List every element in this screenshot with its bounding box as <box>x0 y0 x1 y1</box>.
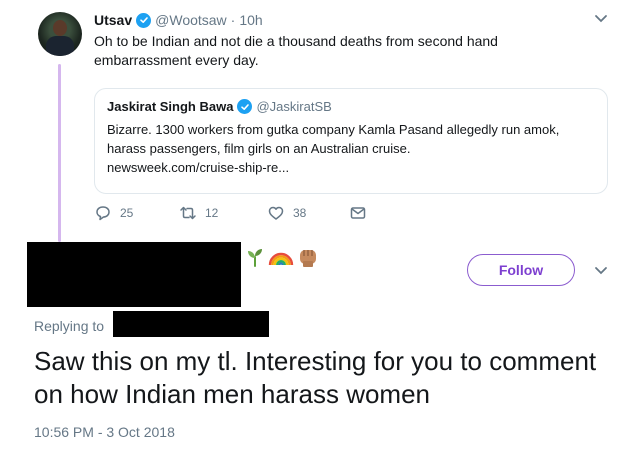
tweet-text: Oh to be Indian and not die a thousand d… <box>94 33 498 68</box>
like-button[interactable]: 38 <box>267 204 349 222</box>
author-name[interactable]: Utsav <box>94 12 132 28</box>
follow-button[interactable]: Follow <box>467 254 575 286</box>
quoted-author-handle: @JaskiratSB <box>256 99 332 114</box>
like-count: 38 <box>293 206 307 220</box>
display-name-emojis: 🌱🌈✊🏽 <box>244 246 320 268</box>
reply-tweet-text: Saw this on my tl. Interesting for you t… <box>34 346 597 409</box>
reply-icon <box>96 206 110 221</box>
avatar[interactable] <box>38 12 82 56</box>
quoted-tweet[interactable]: Jaskirat Singh Bawa @JaskiratSB Bizarre.… <box>94 88 608 194</box>
quoted-author-name: Jaskirat Singh Bawa <box>107 99 234 114</box>
author-handle[interactable]: @Wootsaw <box>155 12 227 28</box>
quoted-body: Bizarre. 1300 workers from gutka company… <box>107 122 560 156</box>
quoted-link[interactable]: newsweek.com/cruise-ship-re... <box>107 160 289 175</box>
chevron-down-icon[interactable] <box>594 266 608 276</box>
separator-dot: · <box>230 12 236 28</box>
tweet-header: Utsav @Wootsaw · 10h <box>94 12 263 28</box>
reply-button[interactable]: 25 <box>94 204 179 222</box>
tweet-actions: 25 12 38 <box>94 204 367 222</box>
reply-count: 25 <box>120 206 134 220</box>
verified-badge-icon <box>136 12 152 28</box>
rainbow-icon <box>268 252 294 266</box>
tweet-time[interactable]: 10h <box>239 12 262 28</box>
thread-connector-line <box>58 64 61 242</box>
seedling-icon <box>248 249 262 267</box>
avatar-head <box>53 20 67 36</box>
message-button[interactable] <box>349 204 367 222</box>
redacted-user-block <box>27 242 241 307</box>
redacted-reply-target <box>113 311 269 337</box>
verified-badge-icon <box>237 99 253 114</box>
raised-fist-icon <box>300 250 316 267</box>
message-icon <box>350 207 366 219</box>
replying-to-label: Replying to <box>34 318 105 334</box>
quoted-tweet-header: Jaskirat Singh Bawa @JaskiratSB <box>107 99 595 114</box>
chevron-down-icon[interactable] <box>594 14 608 24</box>
retweet-button[interactable]: 12 <box>179 204 267 222</box>
quoted-tweet-text: Bizarre. 1300 workers from gutka company… <box>107 120 595 177</box>
retweet-count: 12 <box>205 206 219 220</box>
retweet-icon <box>180 206 196 220</box>
tweet-timestamp[interactable]: 10:56 PM - 3 Oct 2018 <box>34 424 175 440</box>
avatar-body <box>46 36 74 56</box>
like-icon <box>268 206 284 220</box>
